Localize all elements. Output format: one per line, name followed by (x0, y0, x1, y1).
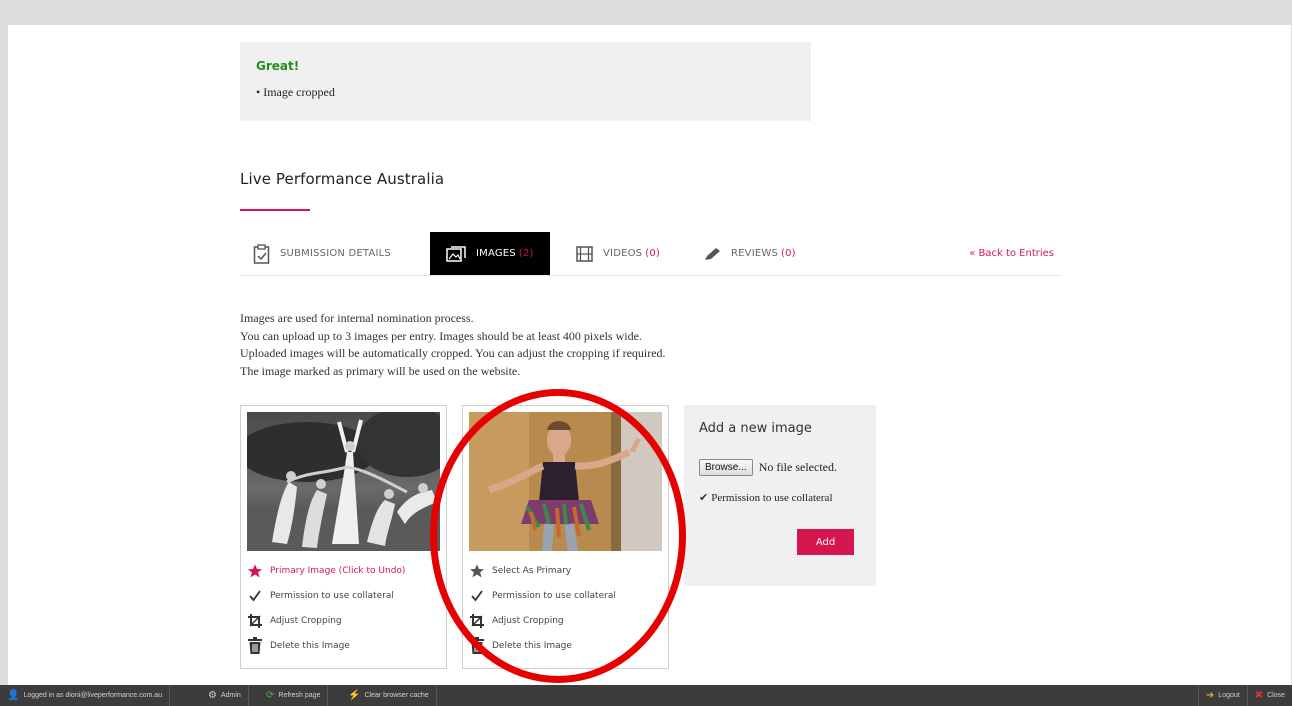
delete-image-button[interactable]: Delete this Image (469, 633, 616, 658)
delete-image-button[interactable]: Delete this Image (247, 633, 405, 658)
trash-icon (247, 636, 263, 654)
tab-submission-details[interactable]: SUBMISSION DETAILS (240, 232, 404, 275)
action-label: Permission to use collateral (492, 590, 616, 601)
action-label: Select As Primary (492, 565, 572, 576)
intro-line: Uploaded images will be automatically cr… (240, 346, 666, 360)
star-icon (247, 563, 263, 579)
clear-cache-button[interactable]: ⚡ Clear browser cache (341, 685, 437, 706)
gear-icon: ⚙ (208, 689, 217, 701)
tab-videos[interactable]: VIDEOS (0) (562, 232, 674, 275)
crop-icon (469, 613, 485, 629)
alert-title: Great! (256, 59, 300, 73)
film-icon (576, 245, 593, 262)
image-thumbnail (469, 412, 662, 551)
action-label: Primary Image (Click to Undo) (270, 565, 406, 576)
close-icon: ✖ (1254, 689, 1264, 701)
action-label: Permission to use collateral (270, 590, 394, 601)
image-thumbnail (247, 412, 440, 551)
tab-reviews[interactable]: REVIEWS (0) (692, 232, 808, 275)
file-status: No file selected. (758, 460, 837, 474)
adjust-cropping-button[interactable]: Adjust Cropping (469, 608, 616, 633)
pen-icon (704, 247, 721, 261)
admin-button[interactable]: ⚙ Admin (201, 685, 249, 706)
close-button[interactable]: ✖ Close (1246, 685, 1292, 706)
alert-item-text: Image cropped (263, 85, 335, 99)
action-label: Delete this Image (270, 640, 350, 651)
add-image-button[interactable]: Add (797, 529, 854, 555)
tab-label: VIDEOS (603, 248, 643, 259)
action-label: Adjust Cropping (492, 615, 564, 626)
tab-count: (0) (645, 248, 660, 259)
close-label: Close (1267, 692, 1285, 699)
back-to-entries-link[interactable]: « Back to Entries (969, 248, 1054, 259)
checkmark-icon (247, 588, 263, 604)
intro-text: Images are used for internal nomination … (240, 310, 666, 380)
images-icon (446, 245, 466, 263)
permission-checkbox[interactable]: Permission to use collateral (247, 583, 405, 608)
permission-label: Permission to use collateral (711, 491, 833, 504)
tab-label: SUBMISSION DETAILS (280, 248, 391, 259)
adjust-cropping-button[interactable]: Adjust Cropping (247, 608, 405, 633)
intro-line: The image marked as primary will be used… (240, 363, 521, 378)
permission-checkbox[interactable]: ✔ Permission to use collateral (699, 491, 833, 505)
logout-label: Logout (1218, 692, 1240, 699)
primary-image-toggle[interactable]: Primary Image (Click to Undo) (247, 558, 405, 583)
star-icon (469, 563, 485, 579)
checkmark-icon: ✔ (699, 492, 709, 504)
intro-line: You can upload up to 3 images per entry.… (240, 328, 642, 343)
clear-cache-label: Clear browser cache (364, 692, 429, 699)
add-image-panel: Add a new image Browse... No file select… (684, 405, 876, 586)
add-image-title: Add a new image (699, 421, 812, 436)
image-actions: Select As Primary Permission to use coll… (469, 558, 616, 658)
alert-item: • Image cropped (256, 85, 335, 99)
lightning-icon: ⚡ (348, 689, 361, 701)
refresh-label: Refresh page (278, 692, 321, 699)
tab-label: IMAGES (476, 248, 516, 259)
admin-label: Admin (220, 692, 241, 699)
trash-icon (469, 636, 485, 654)
file-input[interactable]: Browse... No file selected. (699, 459, 837, 476)
success-alert: Great! • Image cropped (240, 42, 811, 121)
toolbar-right: ➜ Logout ✖ Close (1197, 685, 1292, 706)
tab-count: (2) (518, 248, 534, 259)
image-card: Primary Image (Click to Undo) Permission… (240, 405, 447, 669)
tab-images[interactable]: IMAGES (2) (430, 232, 550, 275)
title-underline (240, 209, 310, 211)
page-content: Great! • Image cropped Live Performance … (8, 25, 1291, 685)
intro-line: Images are used for internal nomination … (240, 311, 474, 325)
image-card: Select As Primary Permission to use coll… (462, 405, 669, 669)
permission-checkbox[interactable]: Permission to use collateral (469, 583, 616, 608)
admin-toolbar: 👤 Logged in as dioni@liveperformance.com… (0, 685, 1292, 706)
logout-icon: ➜ (1205, 689, 1215, 701)
image-actions: Primary Image (Click to Undo) Permission… (247, 558, 405, 658)
user-icon: 👤 (7, 689, 20, 701)
refresh-button[interactable]: ⟳ Refresh page (259, 685, 329, 706)
select-as-primary-button[interactable]: Select As Primary (469, 558, 616, 583)
clipboard-check-icon (253, 243, 270, 264)
logout-button[interactable]: ➜ Logout (1197, 685, 1247, 706)
action-label: Adjust Cropping (270, 615, 342, 626)
logged-in-label: Logged in as dioni@liveperformance.com.a… (23, 692, 163, 699)
browse-button[interactable]: Browse... (699, 459, 753, 476)
checkmark-icon (469, 588, 485, 604)
crop-icon (247, 613, 263, 629)
refresh-icon: ⟳ (266, 689, 275, 701)
action-label: Delete this Image (492, 640, 572, 651)
tab-count: (0) (781, 248, 796, 259)
page-title: Live Performance Australia (240, 170, 445, 188)
logged-in-status: 👤 Logged in as dioni@liveperformance.com… (0, 685, 171, 706)
tab-label: REVIEWS (731, 248, 779, 259)
entry-tabs: SUBMISSION DETAILS IMAGES (2) VIDEOS (0)… (240, 232, 1060, 276)
